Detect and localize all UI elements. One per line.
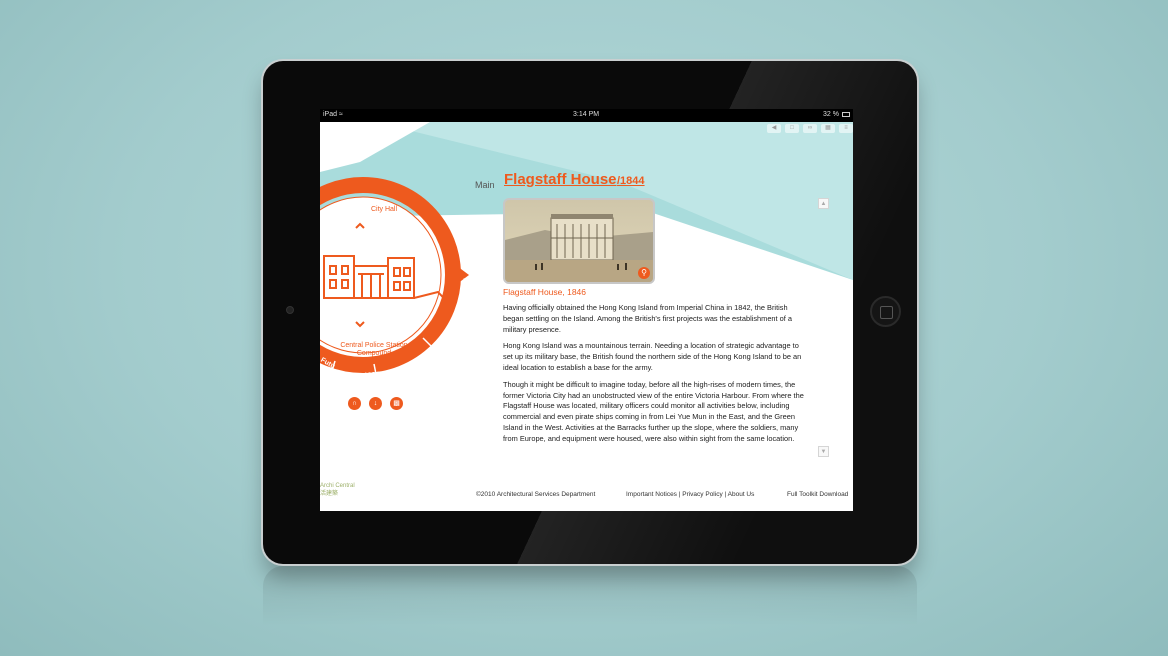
app-content: ◀ □ ∞ ▦ ≡ City Hall Central Police Stati…	[320, 122, 853, 511]
zoom-icon[interactable]: ⚲	[638, 267, 650, 279]
download-button-icon[interactable]: ↓	[369, 397, 382, 410]
folder-icon[interactable]: □	[785, 124, 799, 133]
action-buttons: ∩ ↓ ▩	[348, 397, 403, 410]
grid-icon[interactable]: ▦	[821, 124, 835, 133]
dial-year[interactable]: 1994	[364, 371, 380, 379]
footer-download[interactable]: Full Toolkit Download	[787, 491, 848, 498]
site-logo[interactable]: Archi Central 活建築	[320, 482, 355, 498]
article-body: Having officially obtained the Hong Kong…	[503, 303, 810, 460]
image-caption: Flagstaff House, 1846	[503, 287, 587, 297]
clock: 3:14 PM	[573, 111, 600, 118]
link-icon[interactable]: ∞	[803, 124, 817, 133]
paragraph: Though it might be difficult to imagine …	[503, 379, 804, 443]
logo-en: Archi Central	[320, 483, 355, 489]
footer-copyright: ©2010 Architectural Services Department	[476, 491, 596, 498]
screen: iPad ≈ 3:14 PM 32 % ◀ □ ∞ ▦ ≡ City Hall …	[320, 109, 853, 511]
device-reflection	[263, 566, 917, 626]
logo-zh: 活建築	[320, 491, 339, 497]
camera	[286, 306, 294, 314]
battery-level: 32 %	[823, 111, 839, 118]
menu-icon[interactable]: ≡	[839, 124, 853, 133]
home-button[interactable]	[870, 296, 901, 327]
toolbar-icons: ◀ □ ∞ ▦ ≡	[767, 124, 853, 133]
breadcrumb-main[interactable]: Main	[475, 180, 495, 190]
footer-links[interactable]: Important Notices | Privacy Policy | Abo…	[626, 491, 754, 498]
print-button-icon[interactable]: ▩	[390, 397, 403, 410]
battery-icon	[842, 112, 850, 117]
flagstaff-house-illustration	[505, 214, 653, 282]
wifi-icon: ≈	[339, 111, 343, 118]
page-year: /1844	[617, 175, 645, 187]
dial-year-current[interactable]: 1844	[462, 277, 470, 293]
historic-photo[interactable]: ⚲	[503, 198, 655, 284]
device-name: iPad	[323, 111, 338, 118]
paragraph: Having officially obtained the Hong Kong…	[503, 303, 792, 334]
share-icon[interactable]: ◀	[767, 124, 781, 133]
nav-up-label[interactable]: City Hall	[354, 206, 414, 213]
scroll-up-icon[interactable]: ▲	[818, 198, 829, 209]
page-title: Flagstaff House	[504, 171, 617, 188]
nav-down-label[interactable]: Central Police Station Compound	[336, 342, 412, 358]
share-button-icon[interactable]: ∩	[348, 397, 361, 410]
paragraph: Hong Kong Island was a mountainous terra…	[503, 341, 802, 372]
status-bar: iPad ≈ 3:14 PM 32 %	[320, 109, 853, 122]
scroll-down-icon[interactable]: ▼	[818, 446, 829, 457]
